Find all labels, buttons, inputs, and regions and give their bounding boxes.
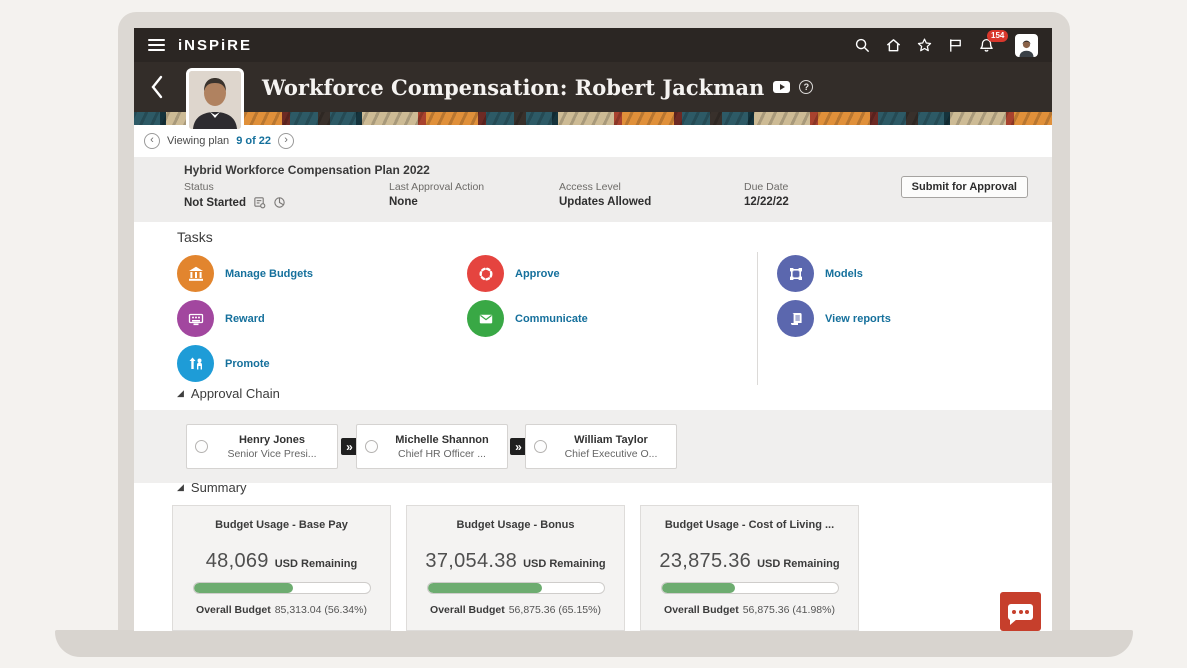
remaining-amount: 48,069 <box>206 550 269 573</box>
menu-icon[interactable] <box>148 39 165 51</box>
status-field: Status Not Started <box>184 181 286 209</box>
approver-status-icon <box>195 440 208 453</box>
submit-for-approval-button[interactable]: Submit for Approval <box>901 176 1028 198</box>
top-navigation-bar: iNSPiRE 154 <box>134 28 1052 62</box>
chat-bubble-icon <box>1008 604 1033 620</box>
home-icon[interactable] <box>885 37 902 54</box>
plan-position: 9 of 22 <box>236 135 271 147</box>
reward-icon <box>177 300 214 337</box>
task-promote[interactable]: Promote <box>177 345 270 382</box>
budget-progress-bar <box>193 582 371 594</box>
chat-fab-button[interactable] <box>1000 592 1041 631</box>
user-avatar[interactable] <box>1015 34 1038 57</box>
app-window: iNSPiRE 154 <box>134 28 1052 631</box>
approval-chain-panel: Henry Jones Senior Vice Presi... » Miche… <box>134 410 1052 483</box>
plan-info-panel: Hybrid Workforce Compensation Plan 2022 … <box>134 157 1052 222</box>
approver-card[interactable]: Michelle Shannon Chief HR Officer ... <box>356 424 508 469</box>
worksheet-icon[interactable] <box>253 196 266 209</box>
bank-icon <box>177 255 214 292</box>
task-approve[interactable]: Approve <box>467 255 560 292</box>
task-models[interactable]: Models <box>777 255 863 292</box>
promote-icon <box>177 345 214 382</box>
summary-heading[interactable]: ◢ Summary <box>177 480 247 495</box>
budget-progress-bar <box>661 582 839 594</box>
task-manage-budgets[interactable]: Manage Budgets <box>177 255 313 292</box>
viewing-plan-label: Viewing plan <box>167 135 229 147</box>
video-tutorial-icon[interactable] <box>773 81 790 93</box>
report-icon <box>777 300 814 337</box>
app-logo: iNSPiRE <box>178 37 252 54</box>
approve-icon <box>467 255 504 292</box>
help-icon[interactable]: ? <box>799 80 813 94</box>
task-reward[interactable]: Reward <box>177 300 265 337</box>
approver-status-icon <box>534 440 547 453</box>
budget-progress-bar <box>427 582 605 594</box>
back-button[interactable] <box>150 75 164 104</box>
remaining-amount: 37,054.38 <box>425 550 517 573</box>
task-view-reports[interactable]: View reports <box>777 300 891 337</box>
flag-icon[interactable] <box>947 37 964 54</box>
next-plan-button[interactable]: › <box>278 133 294 149</box>
laptop-base <box>55 630 1133 657</box>
tasks-heading: Tasks <box>177 229 213 245</box>
models-icon <box>777 255 814 292</box>
notification-count-badge: 154 <box>987 30 1008 42</box>
favorites-star-icon[interactable] <box>916 37 933 54</box>
previous-plan-button[interactable]: ‹ <box>144 133 160 149</box>
pie-chart-icon[interactable] <box>273 196 286 209</box>
page-header-banner: Workforce Compensation: Robert Jackman ? <box>134 62 1052 112</box>
approval-chain-heading[interactable]: ◢ Approval Chain <box>177 386 280 401</box>
approver-status-icon <box>365 440 378 453</box>
decorative-pattern-strip <box>134 112 1052 125</box>
envelope-icon <box>467 300 504 337</box>
page-title: Workforce Compensation: Robert Jackman <box>262 75 764 100</box>
laptop-mockup: iNSPiRE 154 <box>0 0 1187 668</box>
notifications-bell-icon[interactable]: 154 <box>978 37 995 54</box>
budget-card-bonus: Budget Usage - Bonus 37,054.38 USD Remai… <box>406 505 625 631</box>
topbar-actions: 154 <box>854 34 1038 57</box>
search-icon[interactable] <box>854 37 871 54</box>
plan-pagination-row: ‹ Viewing plan 9 of 22 › <box>134 125 1052 157</box>
access-level-field: Access Level Updates Allowed <box>559 181 651 208</box>
collapse-triangle-icon: ◢ <box>177 482 184 493</box>
collapse-triangle-icon: ◢ <box>177 388 184 399</box>
task-communicate[interactable]: Communicate <box>467 300 588 337</box>
remaining-amount: 23,875.36 <box>659 550 751 573</box>
due-date-field: Due Date 12/22/22 <box>744 181 789 208</box>
approver-card[interactable]: Henry Jones Senior Vice Presi... <box>186 424 338 469</box>
budget-card-cost-of-living: Budget Usage - Cost of Living ... 23,875… <box>640 505 859 631</box>
approver-card[interactable]: William Taylor Chief Executive O... <box>525 424 677 469</box>
plan-name: Hybrid Workforce Compensation Plan 2022 <box>184 163 430 177</box>
budget-card-base-pay: Budget Usage - Base Pay 48,069 USD Remai… <box>172 505 391 631</box>
employee-photo <box>186 68 244 132</box>
last-approval-action-field: Last Approval Action None <box>389 181 484 208</box>
tasks-column-divider <box>757 252 758 385</box>
